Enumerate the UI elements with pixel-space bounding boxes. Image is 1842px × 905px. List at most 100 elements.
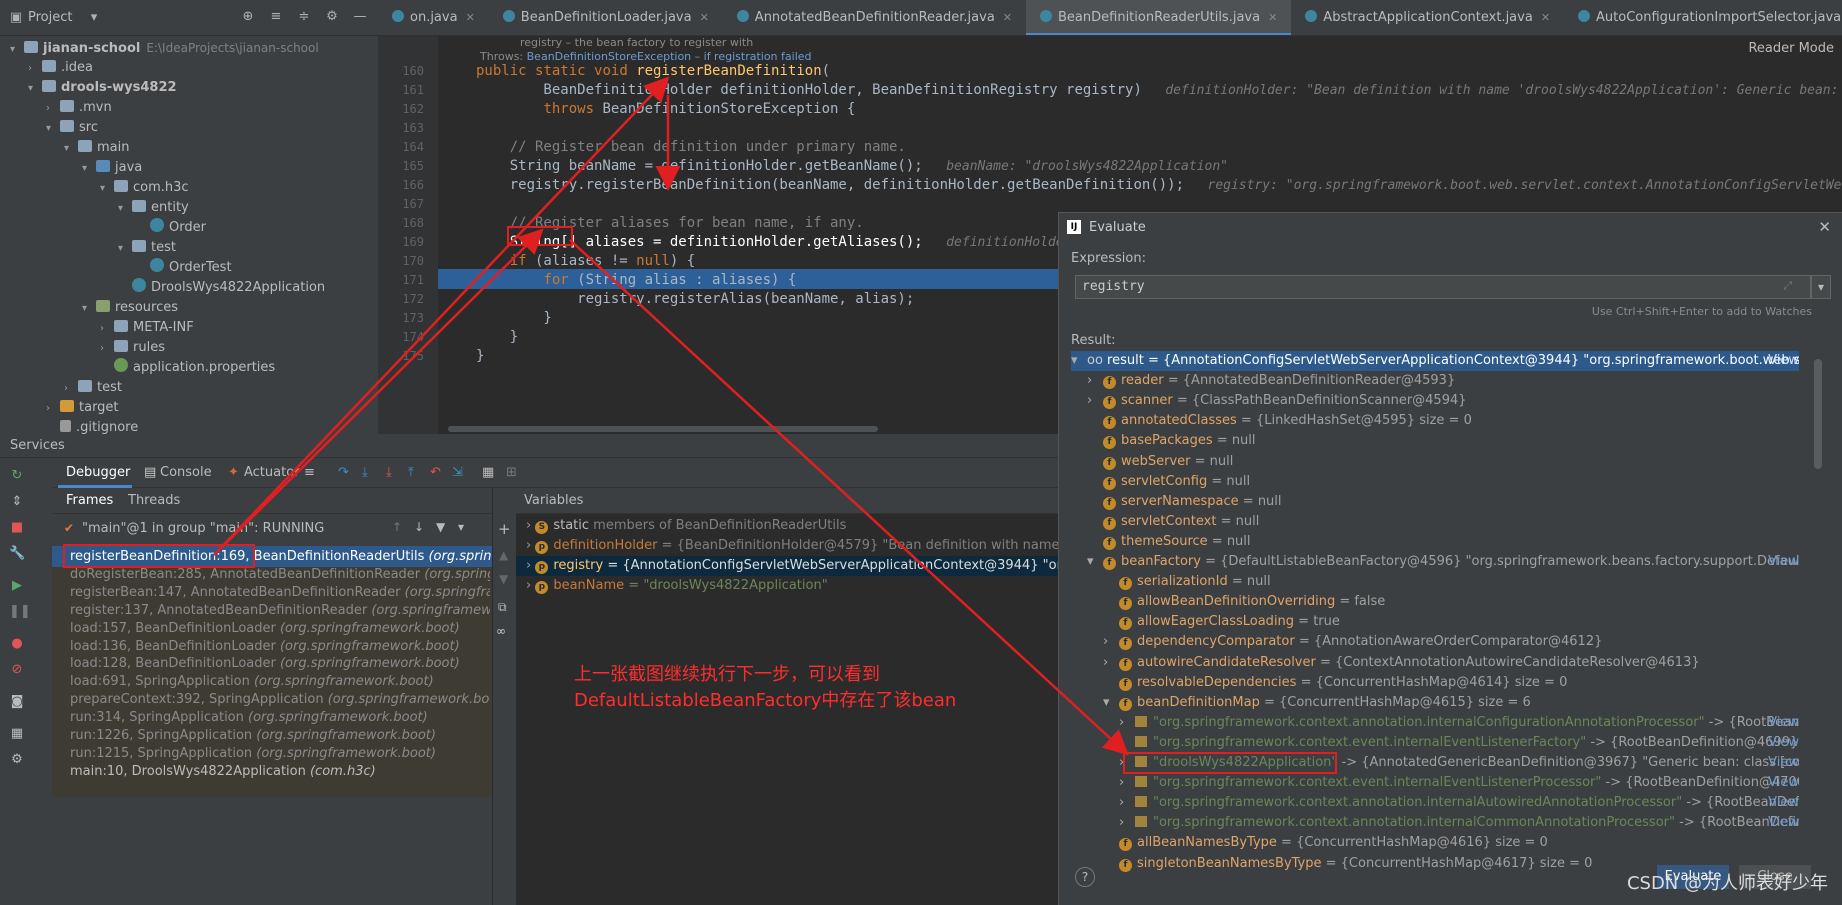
down-icon[interactable]: ▼: [499, 572, 508, 586]
editor-scrollbar[interactable]: [448, 426, 878, 432]
tree-node[interactable]: ▾ test: [118, 238, 176, 258]
history-dropdown[interactable]: ▾: [1811, 275, 1831, 299]
tree-node[interactable]: › test: [64, 378, 122, 398]
expand-icon[interactable]: ⤢: [1783, 279, 1792, 293]
collapse-all-icon[interactable]: ≑: [296, 9, 312, 25]
view-link[interactable]: View: [1768, 713, 1799, 733]
close-icon[interactable]: ✕: [1818, 218, 1831, 236]
result-row[interactable]: › "org.springframework.context.annotatio…: [1119, 793, 1799, 813]
step-over-icon[interactable]: ↷: [338, 465, 349, 480]
view-link[interactable]: View: [1768, 351, 1799, 371]
up-icon[interactable]: ↑: [392, 520, 402, 534]
chevron-icon[interactable]: ›: [1119, 793, 1135, 813]
watches-icon[interactable]: ∞: [496, 624, 506, 638]
result-row[interactable]: f annotatedClasses = {LinkedHashSet@4595}…: [1087, 411, 1799, 431]
chevron-icon[interactable]: ›: [1103, 653, 1119, 673]
tab-debugger[interactable]: Debugger: [66, 465, 130, 480]
chevron-icon[interactable]: ›: [100, 339, 114, 359]
tree-node[interactable]: ▾ jianan-school E:\IdeaProjects\jianan-sch…: [10, 38, 319, 58]
result-row[interactable]: f basePackages = null: [1087, 431, 1799, 451]
result-row[interactable]: ▾ f beanDefinitionMap = {ConcurrentHashMa…: [1103, 693, 1799, 713]
chevron-icon[interactable]: ›: [1119, 733, 1135, 753]
result-row[interactable]: › f scanner = {ClassPathBeanDefinitionSca…: [1087, 391, 1799, 411]
locate-icon[interactable]: ⊕: [240, 9, 256, 25]
drop-frame-icon[interactable]: ↶: [430, 465, 441, 480]
result-row[interactable]: f serializationId = null: [1103, 572, 1799, 592]
chevron-icon[interactable]: ›: [526, 578, 535, 593]
chevron-icon[interactable]: ›: [526, 518, 535, 533]
chevron-icon[interactable]: ▾: [100, 179, 114, 199]
editor-tab[interactable]: AbstractApplicationContext.java ✕: [1291, 0, 1564, 35]
close-tab-icon[interactable]: ✕: [1003, 11, 1012, 24]
chevron-icon[interactable]: ›: [46, 99, 60, 119]
copy-icon[interactable]: ⧉: [498, 600, 507, 615]
result-row[interactable]: › f dependencyComparator = {AnnotationAwa…: [1103, 632, 1799, 652]
pause-icon[interactable]: ❚❚: [9, 604, 31, 620]
result-row[interactable]: f allBeanNamesByType = {ConcurrentHashMap…: [1103, 833, 1799, 853]
result-row[interactable]: › f reader = {AnnotatedBeanDefinitionRead…: [1087, 371, 1799, 391]
result-row[interactable]: › f autowireCandidateResolver = {ContextA…: [1103, 653, 1799, 673]
dropdown-icon[interactable]: ▾: [86, 10, 102, 26]
variable-row[interactable]: › p registry = {AnnotationConfigServletWe…: [516, 556, 1185, 576]
stack-frame[interactable]: main:10, DroolsWys4822Application (com.h…: [70, 761, 490, 782]
close-tab-icon[interactable]: ✕: [466, 11, 475, 24]
chevron-icon[interactable]: ›: [1119, 813, 1135, 833]
variable-row[interactable]: › p beanName = "droolsWys4822Application": [516, 576, 1058, 596]
tree-node[interactable]: ▾ main: [64, 138, 129, 158]
mute-breakpoints-icon[interactable]: ⊘: [9, 662, 25, 678]
chevron-icon[interactable]: ▾: [64, 139, 78, 159]
resume-icon[interactable]: ▶: [9, 578, 25, 594]
view-link[interactable]: View: [1768, 753, 1799, 773]
chevron-icon[interactable]: ›: [1119, 713, 1135, 733]
result-row[interactable]: f resolvableDependencies = {ConcurrentHas…: [1103, 673, 1799, 693]
view-link[interactable]: View: [1768, 793, 1799, 813]
result-row[interactable]: f serverNamespace = null: [1087, 492, 1799, 512]
camera-icon[interactable]: ◙: [9, 694, 25, 710]
step-into-icon[interactable]: ⤓: [362, 465, 368, 480]
chevron-icon[interactable]: ›: [1087, 371, 1103, 391]
chevron-icon[interactable]: ▾: [46, 119, 60, 139]
result-row[interactable]: › "org.springframework.context.event.int…: [1119, 773, 1799, 793]
tree-node[interactable]: › target: [46, 398, 119, 418]
result-row[interactable]: ▾ oo result = {AnnotationConfigServletWe…: [1071, 351, 1799, 371]
tab-console[interactable]: Console: [160, 465, 212, 480]
view-link[interactable]: View: [1768, 813, 1799, 833]
tab-threads[interactable]: Threads: [128, 493, 180, 508]
evaluate-icon[interactable]: ▦: [482, 465, 494, 480]
result-row[interactable]: › "org.springframework.context.annotatio…: [1119, 713, 1799, 733]
thread-selector[interactable]: ✔ "main"@1 in group "main": RUNNING ↑ ↓ …: [52, 514, 492, 544]
chevron-icon[interactable]: ›: [1119, 773, 1135, 793]
tree-node[interactable]: › .mvn: [46, 98, 112, 118]
view-link[interactable]: View: [1768, 552, 1799, 572]
minimize-icon[interactable]: —: [352, 9, 368, 25]
chevron-icon[interactable]: ›: [100, 319, 114, 339]
close-tab-icon[interactable]: ✕: [1268, 11, 1277, 24]
chevron-icon[interactable]: ›: [1103, 632, 1119, 652]
tree-node[interactable]: ▾ resources: [82, 298, 178, 318]
layout-icon[interactable]: ▦: [9, 726, 25, 742]
stop-icon[interactable]: ■: [9, 520, 25, 536]
result-scrollbar[interactable]: [1814, 359, 1822, 469]
result-row[interactable]: f themeSource = null: [1087, 532, 1799, 552]
chevron-icon[interactable]: ›: [46, 399, 60, 419]
result-row[interactable]: f servletConfig = null: [1087, 472, 1799, 492]
editor-tab[interactable]: BeanDefinitionReaderUtils.java ✕: [1026, 0, 1292, 35]
close-tab-icon[interactable]: ✕: [1541, 11, 1550, 24]
gear-icon[interactable]: ⚙: [324, 9, 340, 25]
down-icon[interactable]: ↓: [414, 520, 424, 534]
chevron-icon[interactable]: ▾: [82, 159, 96, 179]
variable-row[interactable]: › Sstatic members of BeanDefinitionReade…: [516, 516, 1058, 536]
chevron-icon[interactable]: ›: [526, 538, 535, 553]
chevron-icon[interactable]: ▾: [28, 79, 42, 99]
tree-node[interactable]: ▾ src: [46, 118, 98, 138]
result-row[interactable]: › "org.springframework.context.annotatio…: [1119, 813, 1799, 833]
add-watch-icon[interactable]: +: [498, 520, 511, 538]
view-link[interactable]: View: [1768, 733, 1799, 753]
tree-node[interactable]: .gitignore: [46, 418, 138, 434]
result-row[interactable]: › "org.springframework.context.event.int…: [1119, 733, 1799, 753]
expand-all-icon[interactable]: ≡: [268, 9, 284, 25]
step-out-icon[interactable]: ⤒: [408, 465, 414, 480]
tree-node[interactable]: ▾ entity: [118, 198, 189, 218]
project-title[interactable]: Project: [28, 10, 72, 25]
tree-node[interactable]: ▾ java: [82, 158, 142, 178]
